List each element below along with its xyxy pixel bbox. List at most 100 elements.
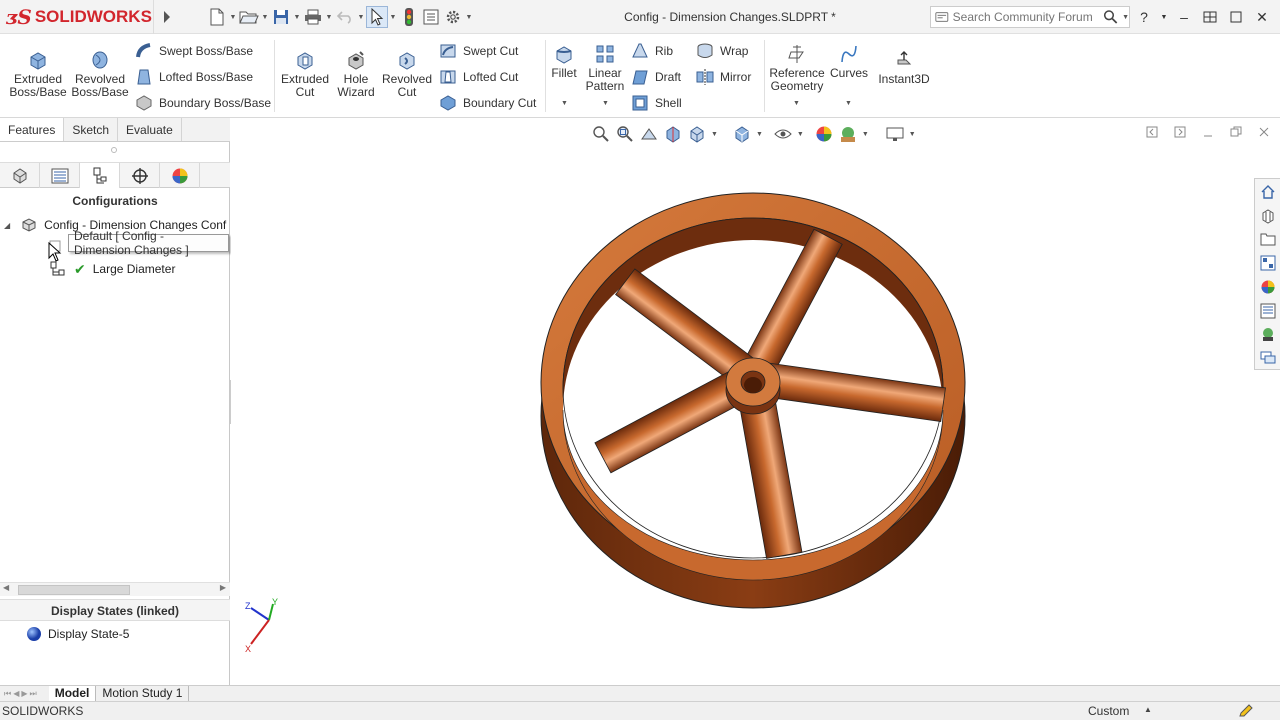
open-dropdown-icon[interactable]: ▼ — [260, 6, 270, 28]
appearances-icon[interactable] — [1257, 276, 1279, 298]
revolved-boss-button[interactable]: Revolved Boss/Base — [70, 50, 130, 99]
pattern-dropdown-icon[interactable]: ▼ — [602, 100, 609, 107]
design-library-icon[interactable] — [1257, 205, 1279, 227]
graphics-area[interactable]: ▼ ▼ ▼ ▼ ▼ Z Y X — [231, 118, 1280, 685]
dimxpert-manager-tab-icon[interactable] — [120, 163, 160, 188]
search-input[interactable] — [952, 10, 1103, 24]
save-dropdown-icon[interactable]: ▼ — [292, 6, 302, 28]
open-folder-icon[interactable] — [238, 6, 260, 28]
next-tab-icon[interactable]: ▶ — [21, 689, 27, 698]
solidworks-resources-icon[interactable] — [1257, 324, 1279, 346]
hide-show-dropdown-icon[interactable]: ▼ — [797, 131, 804, 138]
scroll-right-icon[interactable]: ▶ — [220, 583, 226, 592]
rib-button[interactable]: Rib — [631, 41, 673, 61]
fillet-dropdown-icon[interactable]: ▼ — [561, 100, 568, 107]
select-dropdown-icon[interactable]: ▼ — [388, 6, 398, 28]
view-settings-icon[interactable] — [885, 124, 905, 144]
view-orientation-icon[interactable] — [687, 124, 707, 144]
extruded-cut-button[interactable]: Extruded Cut — [279, 50, 331, 99]
scene-dropdown-icon[interactable]: ▼ — [862, 131, 869, 138]
zoom-to-fit-icon[interactable] — [591, 124, 611, 144]
shell-button[interactable]: Shell — [631, 93, 682, 113]
first-tab-icon[interactable]: ⏮ — [4, 689, 11, 699]
previous-view-icon[interactable] — [639, 124, 659, 144]
viewport-close-icon[interactable] — [1258, 126, 1270, 138]
rebuild-traffic-light-icon[interactable] — [398, 6, 420, 28]
fillet-button[interactable]: Fillet — [547, 44, 581, 80]
maximize-icon[interactable] — [1226, 7, 1246, 27]
display-style-icon[interactable] — [732, 124, 752, 144]
select-cursor-icon[interactable] — [366, 6, 388, 28]
search-icon[interactable] — [1103, 8, 1118, 26]
scroll-left-icon[interactable]: ◀ — [3, 583, 9, 592]
draft-button[interactable]: Draft — [631, 67, 681, 87]
view-settings-dropdown-icon[interactable]: ▼ — [909, 131, 916, 138]
options-gear-icon[interactable] — [442, 6, 464, 28]
revolved-cut-button[interactable]: Revolved Cut — [381, 50, 433, 99]
wheel-model[interactable] — [531, 188, 981, 618]
minimize-icon[interactable]: – — [1174, 7, 1194, 27]
undo-icon[interactable] — [334, 6, 356, 28]
swept-boss-button[interactable]: Swept Boss/Base — [135, 41, 253, 61]
linear-pattern-button[interactable]: Linear Pattern — [583, 44, 627, 93]
swept-cut-button[interactable]: Swept Cut — [439, 41, 518, 61]
collapse-caret-icon[interactable]: ◢ — [4, 221, 10, 230]
edit-appearance-icon[interactable] — [814, 124, 834, 144]
extruded-boss-button[interactable]: Extruded Boss/Base — [8, 50, 68, 99]
tab-model[interactable]: Model — [48, 686, 97, 701]
reference-geometry-button[interactable]: Reference Geometry — [766, 44, 828, 93]
configuration-manager-tab-icon[interactable] — [80, 163, 120, 188]
section-view-icon[interactable] — [663, 124, 683, 144]
custom-properties-icon[interactable] — [1257, 300, 1279, 322]
file-explorer-icon[interactable] — [1257, 229, 1279, 251]
hide-show-items-icon[interactable] — [773, 124, 793, 144]
units-selector[interactable]: Custom — [1088, 704, 1129, 718]
options-dropdown-icon[interactable]: ▼ — [464, 6, 474, 28]
help-dropdown-icon[interactable]: ▼ — [1160, 7, 1168, 27]
display-state-item[interactable]: Display State-5 — [26, 625, 129, 643]
last-tab-icon[interactable]: ⏭ — [30, 689, 37, 699]
apply-scene-icon[interactable] — [838, 124, 858, 144]
forum-icon[interactable] — [1257, 347, 1279, 369]
scrollbar-thumb[interactable] — [18, 585, 130, 595]
instant3d-button[interactable]: Instant3D — [874, 50, 934, 86]
mirror-button[interactable]: Mirror — [696, 67, 751, 87]
print-icon[interactable] — [302, 6, 324, 28]
print-dropdown-icon[interactable]: ▼ — [324, 6, 334, 28]
lofted-cut-button[interactable]: Lofted Cut — [439, 67, 518, 87]
tree-row-large-diameter[interactable]: ✔ Large Diameter — [48, 260, 175, 278]
boundary-boss-button[interactable]: Boundary Boss/Base — [135, 93, 271, 113]
feature-manager-tab-icon[interactable] — [0, 163, 40, 188]
tile-windows-icon[interactable] — [1200, 7, 1220, 27]
wrap-button[interactable]: Wrap — [696, 41, 748, 61]
home-icon[interactable] — [1257, 181, 1279, 203]
search-dropdown-icon[interactable]: ▼ — [1122, 14, 1129, 21]
hole-wizard-button[interactable]: Hole Wizard — [331, 50, 381, 99]
display-manager-tab-icon[interactable] — [160, 163, 200, 188]
undo-dropdown-icon[interactable]: ▼ — [356, 6, 366, 28]
tab-features[interactable]: Features — [0, 118, 65, 141]
edit-pencil-icon[interactable] — [1238, 704, 1254, 718]
orientation-dropdown-icon[interactable]: ▼ — [711, 131, 718, 138]
prev-window-icon[interactable] — [1146, 126, 1158, 138]
curves-button[interactable]: Curves — [830, 44, 868, 80]
property-manager-tab-icon[interactable] — [40, 163, 80, 188]
units-dropdown-icon[interactable]: ▲ — [1144, 705, 1152, 714]
pane-grip-icon[interactable] — [111, 147, 117, 153]
horizontal-scrollbar[interactable]: ◀ ▶ — [0, 582, 230, 596]
help-icon[interactable]: ? — [1134, 7, 1154, 27]
new-document-icon[interactable] — [206, 6, 228, 28]
display-style-dropdown-icon[interactable]: ▼ — [756, 131, 763, 138]
boundary-cut-button[interactable]: Boundary Cut — [439, 93, 536, 113]
save-icon[interactable] — [270, 6, 292, 28]
solidworks-logo[interactable]: ᴣS SOLIDWORKS — [6, 4, 152, 30]
curves-dropdown-icon[interactable]: ▼ — [845, 100, 852, 107]
tab-sketch[interactable]: Sketch — [64, 118, 119, 141]
new-dropdown-icon[interactable]: ▼ — [228, 6, 238, 28]
expand-menu-icon[interactable] — [160, 8, 174, 26]
view-palette-icon[interactable] — [1257, 252, 1279, 274]
viewport-restore-icon[interactable] — [1230, 126, 1242, 138]
tab-evaluate[interactable]: Evaluate — [118, 118, 182, 141]
reference-dropdown-icon[interactable]: ▼ — [793, 100, 800, 107]
zoom-to-area-icon[interactable] — [615, 124, 635, 144]
